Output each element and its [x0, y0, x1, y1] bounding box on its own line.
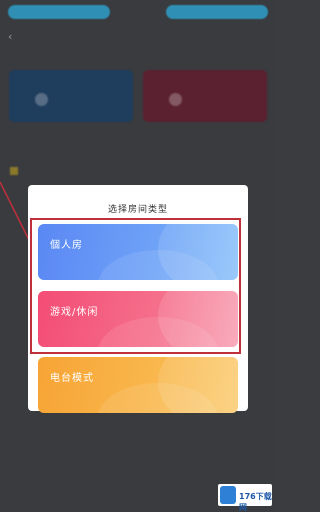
watermark-badge-icon [220, 486, 236, 504]
background-card-blue [9, 70, 133, 122]
card-icon [169, 93, 182, 106]
watermark-text: 176下载网 [239, 492, 272, 512]
top-right-pill [166, 5, 268, 19]
card-icon [35, 93, 48, 106]
background-row [10, 167, 22, 175]
option-label: 电台模式 [50, 373, 94, 384]
background-card-red [143, 70, 267, 122]
dialog-title: 选择房间类型 [107, 205, 168, 215]
room-type-option-radio[interactable]: 电台模式 [38, 357, 238, 413]
row-icon [10, 167, 18, 175]
highlight-box [30, 218, 241, 354]
top-left-pill [8, 5, 110, 19]
back-arrow-icon: ‹ [8, 30, 13, 43]
